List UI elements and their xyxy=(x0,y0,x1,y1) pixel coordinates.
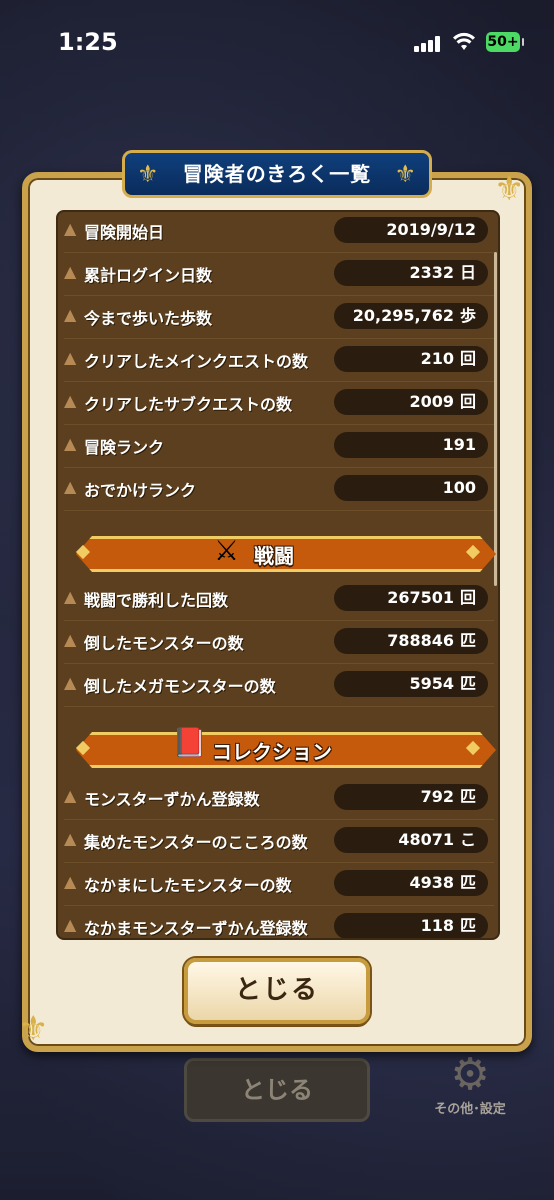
record-row: ▲ クリアしたサブクエストの数 2009 回 xyxy=(58,382,498,424)
collection-section-header: 📕 コレクション xyxy=(66,726,490,770)
record-row: ▲ 倒したモンスターの数 788846 匹 xyxy=(58,621,498,663)
status-bar: 1:25 50+ xyxy=(0,0,554,90)
battle-section-header: ⚔ 戦闘 xyxy=(66,534,490,574)
records-list[interactable]: ▲ 冒険開始日 2019/9/12 ▲ 累計ログイン日数 2332 日 ▲ 今まで… xyxy=(56,210,500,940)
record-label: なかまモンスターずかん登録数 xyxy=(84,919,308,938)
record-value: 100 xyxy=(334,475,488,501)
record-label: 今まで歩いた歩数 xyxy=(84,309,213,328)
slime-bullet-icon: ▲ xyxy=(64,829,77,848)
crossed-swords-icon: ⚔ xyxy=(214,534,240,567)
battery-icon: 50+ xyxy=(486,32,524,52)
record-value: 191 xyxy=(334,432,488,458)
record-row: ▲ 今まで歩いた歩数 20,295,762 歩 xyxy=(58,296,498,338)
collection-section-title: コレクション xyxy=(212,740,332,764)
record-value: 2332 日 xyxy=(334,260,488,286)
slime-bullet-icon: ▲ xyxy=(64,915,77,934)
record-value: 48071 こ xyxy=(334,827,488,853)
record-row: ▲ なかまモンスターずかん登録数 118 匹 xyxy=(58,906,498,938)
record-value: 2019/9/12 xyxy=(334,217,488,243)
slime-bullet-icon: ▲ xyxy=(64,786,77,805)
record-label: クリアしたメインクエストの数 xyxy=(84,352,309,371)
record-label: クリアしたサブクエストの数 xyxy=(84,395,293,414)
settings-label: その他･設定 xyxy=(434,1102,506,1117)
record-value: 20,295,762 歩 xyxy=(334,303,488,329)
record-label: おでかけランク xyxy=(84,481,197,500)
record-value: 792 匹 xyxy=(334,784,488,810)
record-value: 118 匹 xyxy=(334,913,488,938)
slime-bullet-icon: ▲ xyxy=(64,872,77,891)
gear-icon: ⚙ xyxy=(450,1049,490,1100)
record-row: ▲ 集めたモンスターのこころの数 48071 こ xyxy=(58,820,498,862)
dialog-title: 冒険者のきろく一覧 xyxy=(182,162,372,186)
record-row: ▲ クリアしたメインクエストの数 210 回 xyxy=(58,339,498,381)
record-value: 5954 匹 xyxy=(334,671,488,697)
settings-button: ⚙ その他･設定 xyxy=(432,1052,508,1122)
slime-bullet-icon: ▲ xyxy=(64,391,77,410)
record-row: ▲ なかまにしたモンスターの数 4938 匹 xyxy=(58,863,498,905)
record-row: ▲ 倒したメガモンスターの数 5954 匹 xyxy=(58,664,498,706)
fleur-ornament-icon: ⚜ xyxy=(137,160,160,188)
slime-bullet-icon: ▲ xyxy=(64,219,77,238)
slime-bullet-icon: ▲ xyxy=(64,434,77,453)
slime-bullet-icon: ▲ xyxy=(64,262,77,281)
slime-bullet-icon: ▲ xyxy=(64,673,77,692)
record-label: 冒険開始日 xyxy=(84,223,165,242)
record-value: 2009 回 xyxy=(334,389,488,415)
wifi-icon xyxy=(453,32,475,50)
record-label: 戦闘で勝利した回数 xyxy=(84,591,229,610)
slime-bullet-icon: ▲ xyxy=(64,630,77,649)
record-row: ▲ 冒険開始日 2019/9/12 xyxy=(58,212,498,252)
slime-bullet-icon: ▲ xyxy=(64,348,77,367)
record-label: 冒険ランク xyxy=(84,438,165,457)
background-close-button: とじる xyxy=(184,1058,370,1122)
record-label: 倒したメガモンスターの数 xyxy=(84,677,276,696)
slime-bullet-icon: ▲ xyxy=(64,587,77,606)
record-label: 累計ログイン日数 xyxy=(84,266,213,285)
corner-ornament-icon: ⚜ xyxy=(18,1009,49,1049)
record-label: なかまにしたモンスターの数 xyxy=(84,876,292,895)
slime-bullet-icon: ▲ xyxy=(64,305,77,324)
battle-section-title: 戦闘 xyxy=(254,544,294,568)
record-row: ▲ 累計ログイン日数 2332 日 xyxy=(58,253,498,295)
record-value: 267501 回 xyxy=(334,585,488,611)
fleur-ornament-icon: ⚜ xyxy=(394,160,417,188)
status-time: 1:25 xyxy=(58,28,118,56)
corner-ornament-icon: ⚜ xyxy=(494,169,525,209)
record-row: ▲ 冒険ランク 191 xyxy=(58,425,498,467)
record-value: 788846 匹 xyxy=(334,628,488,654)
dialog-title-bar: ⚜ 冒険者のきろく一覧 ⚜ xyxy=(122,150,432,198)
record-value: 210 回 xyxy=(334,346,488,372)
record-row: ▲ おでかけランク 100 xyxy=(58,468,498,510)
record-value: 4938 匹 xyxy=(334,870,488,896)
cellular-signal-icon xyxy=(414,36,442,52)
slime-bullet-icon: ▲ xyxy=(64,477,77,496)
record-row: ▲ モンスターずかん登録数 792 匹 xyxy=(58,777,498,819)
record-label: 集めたモンスターのこころの数 xyxy=(84,833,308,852)
record-label: モンスターずかん登録数 xyxy=(84,790,260,809)
record-row: ▲ 戦闘で勝利した回数 267501 回 xyxy=(58,578,498,620)
record-label: 倒したモンスターの数 xyxy=(84,634,244,653)
book-icon: 📕 xyxy=(172,726,207,759)
close-button[interactable]: とじる xyxy=(184,958,370,1024)
